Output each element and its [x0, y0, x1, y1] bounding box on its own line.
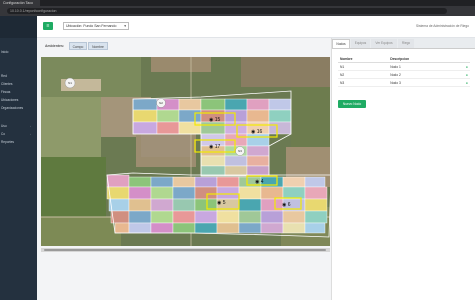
- address-input[interactable]: 10.10.0.1/report/configuracion: [7, 8, 447, 14]
- nodes-table: Nombre Descripcion N1 Nodo 1 ● N2 Nodo 2 ● N3 N…: [338, 55, 470, 87]
- lot-label-15: ◉ 15: [209, 117, 221, 123]
- sidebar-item[interactable]: Red: [0, 73, 37, 80]
- filter-button-campo[interactable]: Campo: [69, 42, 87, 50]
- node-marker-n3[interactable]: N3: [235, 146, 245, 156]
- node-marker-n1[interactable]: N1: [64, 77, 76, 89]
- sidebar-item-label: Organizaciones: [1, 106, 24, 110]
- cell-descripcion: Nodo 3: [388, 78, 458, 87]
- cell-nombre: N3: [338, 78, 389, 87]
- sidebar-item-label: Inicio: [1, 50, 9, 54]
- sidebar-item-label: Fincas: [1, 90, 11, 94]
- hamburger-icon: ≡: [46, 23, 50, 29]
- sidebar-item-label: Red: [1, 74, 7, 78]
- edit-icon[interactable]: ●: [458, 62, 470, 71]
- sidebar-item-label: Usu: [1, 124, 7, 128]
- svg-text:N3: N3: [238, 149, 242, 153]
- edit-icon[interactable]: ●: [458, 70, 470, 79]
- sidebar-item[interactable]: Co ‹: [0, 131, 37, 138]
- tab-nodos[interactable]: Nodos: [332, 39, 350, 48]
- svg-text:N1: N1: [68, 81, 72, 85]
- sidebar-item-label: Reportes: [1, 140, 14, 144]
- node-marker-n2[interactable]: N2: [156, 98, 166, 108]
- cell-nombre: N1: [338, 62, 389, 71]
- satellite-map[interactable]: ◉ 15 ◉ 16 ◉ 17 ◉ 4 ◉ 5 ◉ 6 N1 N2 N3: [41, 57, 330, 246]
- tab-riego[interactable]: Riego: [398, 39, 414, 48]
- sidebar-item[interactable]: Usu ‹: [0, 123, 37, 130]
- filter-button-nombre[interactable]: Nombre: [88, 42, 108, 50]
- lot-label-16: ◉ 16: [251, 129, 263, 135]
- location-select-value: Ubicación: Fundo San Fernando: [66, 24, 117, 28]
- sidebar-item[interactable]: Organizaciones: [0, 105, 37, 112]
- right-panel: Nodos Equipos Ver Equipos Riego Nombre D…: [331, 38, 475, 300]
- chevron-left-icon: ‹: [30, 132, 31, 136]
- new-node-button[interactable]: Nuevo Nodo: [338, 100, 366, 108]
- sidebar-item[interactable]: Fincas: [0, 89, 37, 96]
- column-header-nombre: Nombre: [338, 55, 389, 63]
- table-row[interactable]: N3 Nodo 3 ●: [338, 78, 470, 87]
- sidebar-item[interactable]: Reportes: [0, 139, 37, 146]
- sidebar-logo: [0, 16, 37, 38]
- table-row[interactable]: N1 Nodo 1 ●: [338, 62, 470, 71]
- chevron-left-icon: ‹: [30, 124, 31, 128]
- menu-toggle-button[interactable]: ≡: [43, 22, 53, 30]
- sidebar: Inicio Red Clientes Fincas Ubicaciones Organi…: [0, 16, 37, 300]
- panel-tabs: Nodos Equipos Ver Equipos Riego: [332, 38, 475, 49]
- chevron-down-icon: ▾: [124, 24, 126, 28]
- system-title: Sistema de Administración de Riego: [416, 24, 469, 28]
- browser-address-bar: 10.10.0.1/report/configuracion: [0, 6, 475, 16]
- lot-label-6: ◉ 6: [282, 202, 291, 208]
- lot-label-17: ◉ 17: [209, 144, 221, 150]
- cell-descripcion: Nodo 1: [388, 62, 458, 71]
- location-select[interactable]: Ubicación: Fundo San Fernando ▾: [63, 22, 129, 30]
- top-bar: ≡ Ubicación: Fundo San Fernando ▾ Sistem…: [37, 16, 475, 38]
- map-canvas[interactable]: ◉ 15 ◉ 16 ◉ 17 ◉ 4 ◉ 5 ◉ 6 N1 N2 N3: [41, 57, 330, 246]
- cell-nombre: N2: [338, 70, 389, 79]
- sidebar-item-label: Ubicaciones: [1, 98, 19, 102]
- filter-label: Ambientes:: [45, 44, 65, 48]
- column-header-descripcion: Descripcion: [388, 55, 458, 63]
- svg-text:N2: N2: [159, 101, 163, 105]
- sidebar-item[interactable]: Clientes: [0, 81, 37, 88]
- table-row[interactable]: N2 Nodo 2 ●: [338, 70, 470, 79]
- edit-icon[interactable]: ●: [458, 78, 470, 87]
- cell-descripcion: Nodo 2: [388, 70, 458, 79]
- lot-label-5: ◉ 5: [217, 200, 226, 206]
- main-content: Ambientes: Campo Nombre ◉ 15 ◉ 16 ◉ 17 ◉…: [37, 38, 475, 300]
- sidebar-item[interactable]: Ubicaciones: [0, 97, 37, 104]
- sidebar-item-label: Clientes: [1, 82, 13, 86]
- map-scrollbar[interactable]: [41, 248, 330, 252]
- sidebar-item-label: Co: [1, 132, 6, 136]
- sidebar-item[interactable]: Inicio: [0, 49, 37, 56]
- scrollbar-thumb[interactable]: [44, 249, 326, 251]
- table-header-row: Nombre Descripcion: [338, 55, 470, 63]
- lot-label-4: ◉ 4: [255, 179, 264, 185]
- tab-ver-equipos[interactable]: Ver Equipos: [371, 39, 397, 48]
- tab-equipos[interactable]: Equipos: [351, 39, 370, 48]
